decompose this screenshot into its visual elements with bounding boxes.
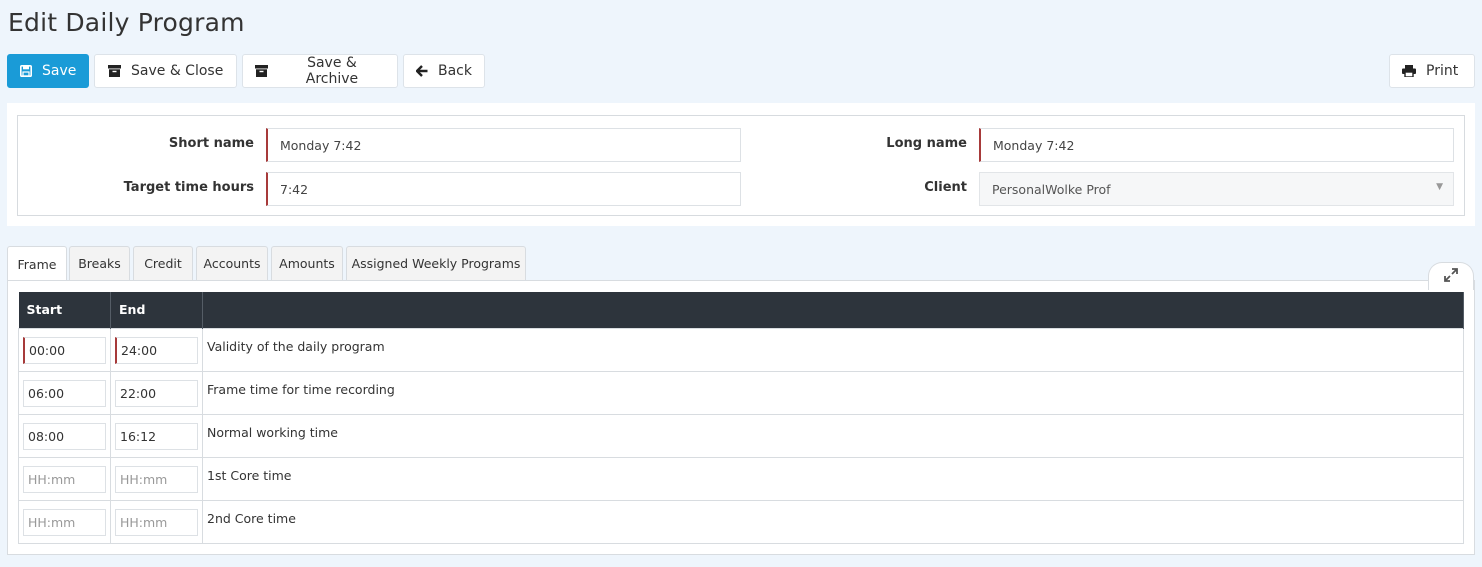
save-button[interactable]: Save <box>7 54 89 88</box>
tab-frame[interactable]: Frame <box>7 246 67 281</box>
long-name-label: Long name <box>886 136 967 151</box>
archive-box-icon <box>107 64 121 78</box>
short-name-input[interactable] <box>266 128 741 162</box>
toolbar: Save Save & Close Save & Archive Back Pr… <box>7 54 1475 88</box>
short-name-label: Short name <box>168 136 254 151</box>
column-header-start: Start <box>18 292 111 328</box>
table-row: 00:00 24:00 Validity of the daily progra… <box>18 327 1464 372</box>
print-button[interactable]: Print <box>1389 54 1475 88</box>
expand-icon <box>1443 267 1459 287</box>
form-box: Short name Long name Target time hours C… <box>17 115 1465 216</box>
save-archive-label: Save & Archive <box>305 55 359 87</box>
end-time-input[interactable]: 22:00 <box>115 379 198 407</box>
tab-amounts[interactable]: Amounts <box>271 246 343 280</box>
arrow-left-icon <box>416 64 428 78</box>
client-label: Client <box>924 180 967 195</box>
end-time-input[interactable]: HH:mm <box>115 508 198 536</box>
row-description: Normal working time <box>202 413 1464 458</box>
target-hours-input[interactable] <box>266 172 741 206</box>
client-select[interactable]: PersonalWolke Prof ▼ <box>979 172 1454 206</box>
end-time-input[interactable]: HH:mm <box>115 465 198 493</box>
expand-button[interactable] <box>1428 262 1474 290</box>
target-hours-label: Target time hours <box>123 180 254 195</box>
form-panel: Short name Long name Target time hours C… <box>7 103 1475 226</box>
row-description: 1st Core time <box>202 456 1464 501</box>
tab-credit[interactable]: Credit <box>133 246 193 280</box>
tab-accounts[interactable]: Accounts <box>196 246 268 280</box>
save-close-button[interactable]: Save & Close <box>94 54 237 88</box>
save-archive-button[interactable]: Save & Archive <box>242 54 398 88</box>
printer-icon <box>1402 64 1416 78</box>
table-row: HH:mm HH:mm 1st Core time <box>18 456 1464 501</box>
table-row: 06:00 22:00 Frame time for time recordin… <box>18 370 1464 415</box>
back-button[interactable]: Back <box>403 54 485 88</box>
page-title: Edit Daily Program <box>8 8 245 37</box>
client-value: PersonalWolke Prof <box>992 181 1111 197</box>
table-row: 08:00 16:12 Normal working time <box>18 413 1464 458</box>
back-label: Back <box>438 63 472 79</box>
row-description: Validity of the daily program <box>202 327 1464 372</box>
end-time-input[interactable]: 24:00 <box>115 336 198 364</box>
long-name-input[interactable] <box>979 128 1454 162</box>
tab-breaks[interactable]: Breaks <box>69 246 130 280</box>
tab-assigned-weekly-programs[interactable]: Assigned Weekly Programs <box>346 246 526 280</box>
row-description: Frame time for time recording <box>202 370 1464 415</box>
start-time-input[interactable]: HH:mm <box>23 508 106 536</box>
end-time-input[interactable]: 16:12 <box>115 422 198 450</box>
row-description: 2nd Core time <box>202 499 1464 544</box>
archive-box-icon <box>255 64 269 78</box>
caret-down-icon: ▼ <box>1436 182 1443 192</box>
table-header-row: Start End <box>18 292 1464 328</box>
start-time-input[interactable]: HH:mm <box>23 465 106 493</box>
start-time-input[interactable]: 06:00 <box>23 379 106 407</box>
save-button-label: Save <box>42 63 77 79</box>
start-time-input[interactable]: 00:00 <box>23 336 106 364</box>
table-row: HH:mm HH:mm 2nd Core time <box>18 499 1464 544</box>
print-label: Print <box>1426 63 1459 79</box>
column-header-description <box>202 292 1464 328</box>
floppy-icon <box>20 64 32 78</box>
start-time-input[interactable]: 08:00 <box>23 422 106 450</box>
save-close-label: Save & Close <box>131 63 224 79</box>
frame-table: Start End 00:00 24:00 Validity of the da… <box>18 292 1464 544</box>
column-header-end: End <box>110 292 203 328</box>
